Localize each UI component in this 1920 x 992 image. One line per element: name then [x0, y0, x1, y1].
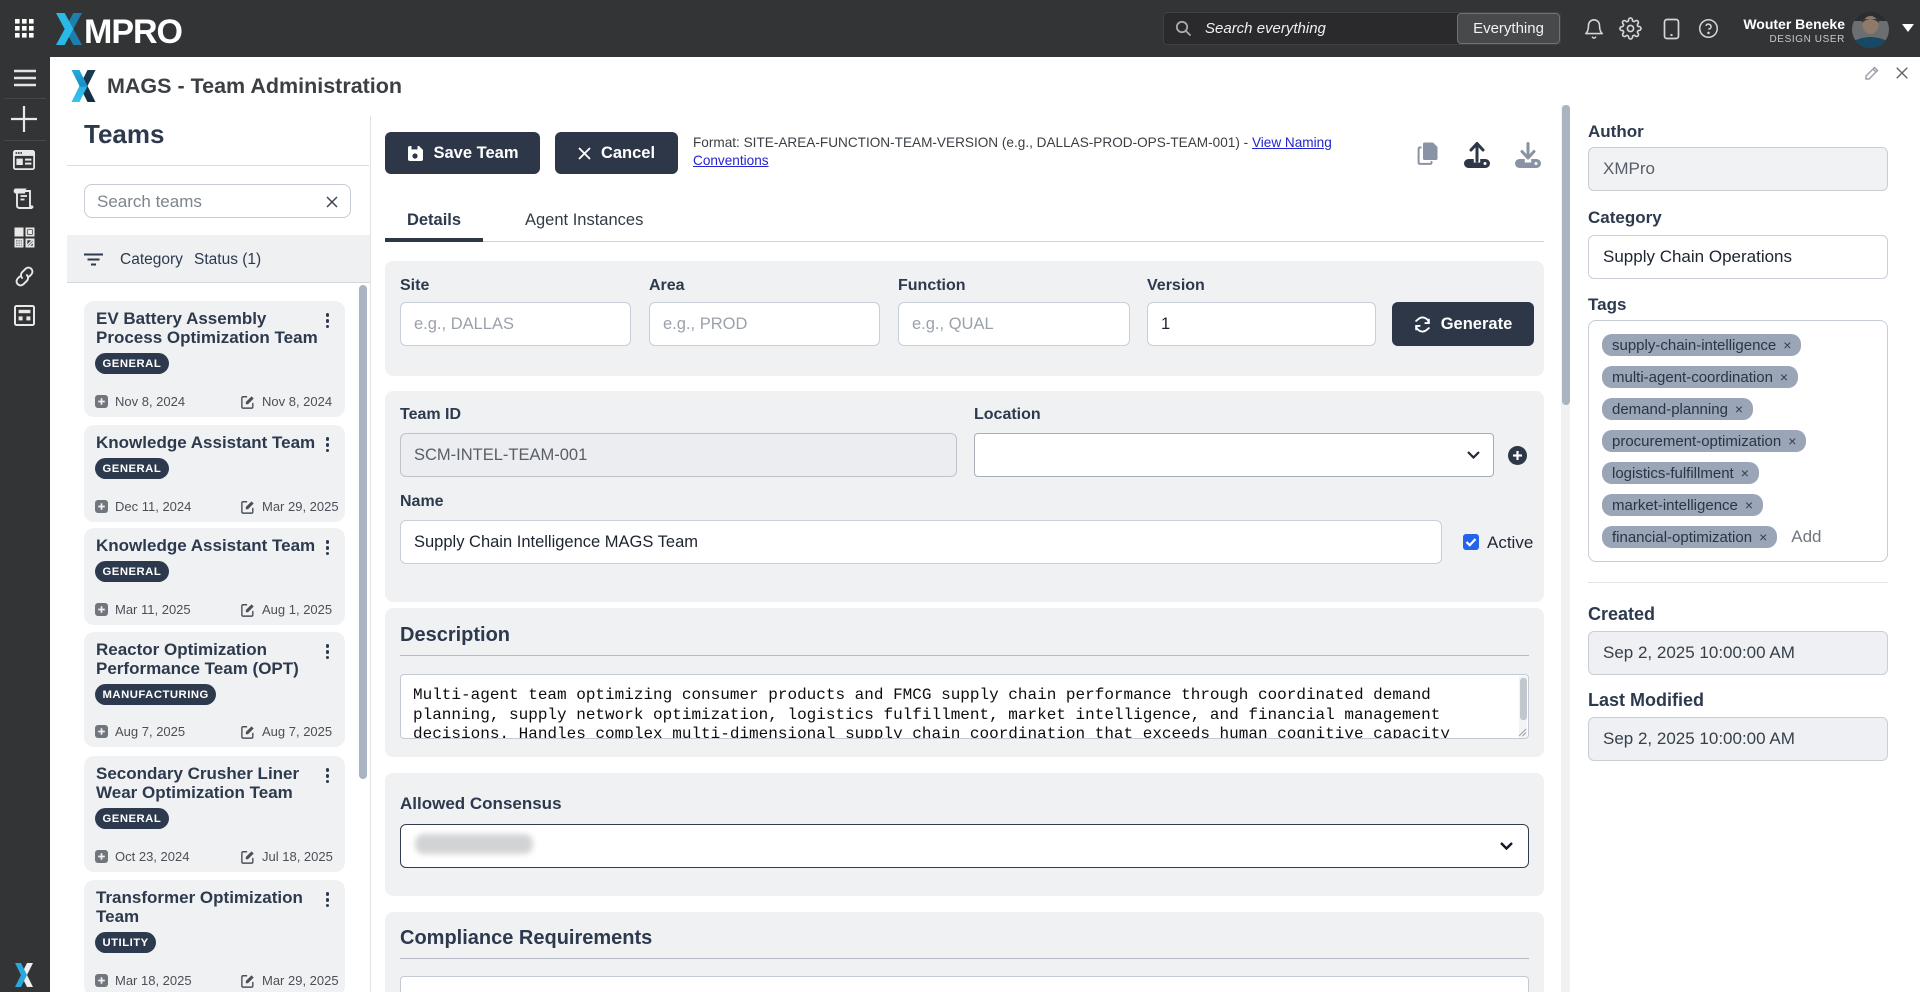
svg-text:MPRO: MPRO — [84, 13, 183, 48]
